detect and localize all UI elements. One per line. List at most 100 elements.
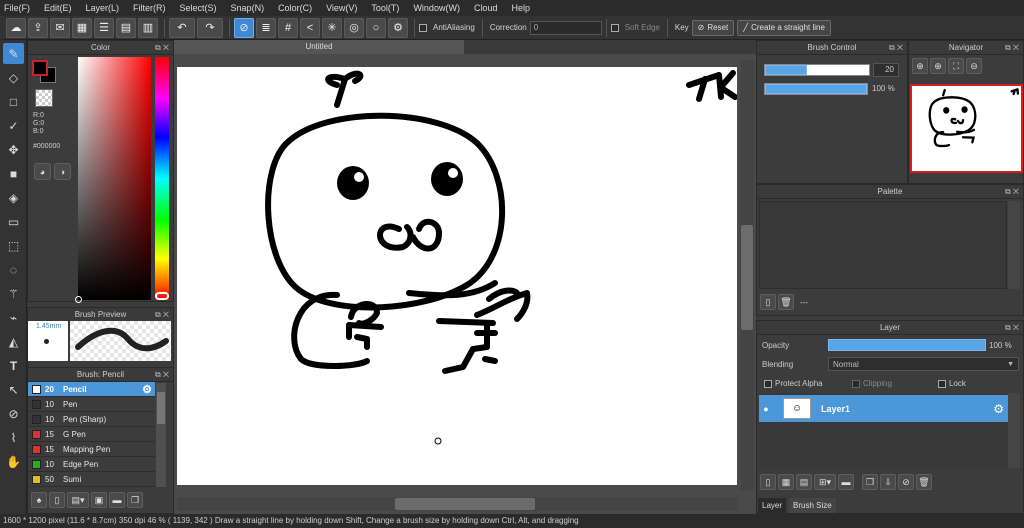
brush-settings-icon[interactable]: ⚙ bbox=[142, 383, 152, 396]
snap-settings-icon[interactable]: ⚙ bbox=[388, 17, 408, 38]
antialiasing-checkbox[interactable] bbox=[419, 23, 427, 32]
protect-alpha-option[interactable]: Protect Alpha bbox=[764, 379, 823, 388]
brush-list-item[interactable]: 15 G Pen bbox=[28, 427, 155, 442]
brush-size-value[interactable]: 20 bbox=[873, 63, 899, 77]
select-pen-icon[interactable]: ⌁ bbox=[3, 307, 24, 328]
color-wheel-icon[interactable]: ◕ bbox=[34, 163, 51, 180]
snap-vanishing-icon[interactable]: < bbox=[300, 17, 320, 38]
brush-list-item[interactable]: 10 Pen (Sharp) bbox=[28, 412, 155, 427]
layout-icon[interactable]: ▥ bbox=[138, 17, 158, 38]
snap-off-icon[interactable]: ⊘ bbox=[234, 17, 254, 38]
menu-item[interactable]: Edit(E) bbox=[44, 3, 72, 13]
palette-new-icon[interactable]: ▯ bbox=[760, 294, 776, 310]
eyedropper-tool-icon[interactable]: ⌇ bbox=[3, 427, 24, 448]
protect-alpha-checkbox[interactable] bbox=[764, 379, 772, 388]
brush-opacity-slider[interactable] bbox=[764, 83, 868, 95]
brush-menu-icon[interactable]: ▤▾ bbox=[67, 492, 89, 508]
lasso-tool-icon[interactable]: ✓ bbox=[3, 115, 24, 136]
redo-icon[interactable]: ↷ bbox=[197, 17, 223, 38]
tab-brush-size[interactable]: Brush Size bbox=[789, 498, 836, 513]
snap-radial-icon[interactable]: ✳ bbox=[322, 17, 342, 38]
panel-controls-icon[interactable]: ⧉ ✕ bbox=[1005, 321, 1019, 335]
panel-controls-icon[interactable]: ⧉ ✕ bbox=[155, 41, 169, 55]
correction-select[interactable]: 0 bbox=[529, 20, 602, 35]
menu-item[interactable]: View(V) bbox=[326, 3, 357, 13]
snap-grid-icon[interactable]: # bbox=[278, 17, 298, 38]
menu-item[interactable]: Layer(L) bbox=[86, 3, 120, 13]
list-icon[interactable]: ☰ bbox=[94, 17, 114, 38]
cloud-icon[interactable]: ☁ bbox=[6, 17, 26, 38]
rectangle-select-tool-icon[interactable]: □ bbox=[3, 91, 24, 112]
brush-add-icon[interactable]: ♠ bbox=[31, 492, 47, 508]
gradient-tool-icon[interactable]: ▭ bbox=[3, 211, 24, 232]
canvas-vertical-scroll-thumb[interactable] bbox=[741, 225, 753, 330]
lock-checkbox[interactable] bbox=[938, 379, 946, 388]
menu-item[interactable]: Help bbox=[511, 3, 530, 13]
new-8bit-layer-icon[interactable]: ▤ bbox=[796, 474, 812, 490]
table-icon[interactable]: ▤ bbox=[116, 17, 136, 38]
navigator-preview[interactable] bbox=[910, 84, 1023, 173]
palette-swatch-area[interactable] bbox=[759, 201, 1007, 289]
select-eraser-icon[interactable]: ◭ bbox=[3, 331, 24, 352]
delete-layer-icon[interactable]: 🗑 bbox=[916, 474, 932, 490]
text-tool-icon[interactable]: T bbox=[3, 355, 24, 376]
zoom-out-icon[interactable]: ⊖ bbox=[966, 58, 982, 74]
menu-item[interactable]: Filter(R) bbox=[133, 3, 166, 13]
brush-tool-icon[interactable]: ✎ bbox=[3, 43, 24, 64]
layer-settings-icon[interactable]: ⚙ bbox=[993, 402, 1004, 416]
zoom-in-alt-icon[interactable]: ⊕ bbox=[930, 58, 946, 74]
hue-cursor[interactable] bbox=[155, 292, 169, 300]
layer-row[interactable]: ● ☺ Layer1 ⚙ bbox=[759, 395, 1008, 422]
tab-layer[interactable]: Layer bbox=[758, 498, 787, 513]
menu-item[interactable]: Select(S) bbox=[180, 3, 217, 13]
brush-new-icon[interactable]: ▯ bbox=[49, 492, 65, 508]
snap-concentric-icon[interactable]: ◎ bbox=[344, 17, 364, 38]
grid-layout-icon[interactable]: ▦ bbox=[72, 17, 92, 38]
panel-controls-icon[interactable]: ⧉ ✕ bbox=[155, 308, 169, 322]
undo-icon[interactable]: ↶ bbox=[169, 17, 195, 38]
brush-list-item[interactable]: 10 Edge Pen bbox=[28, 457, 155, 472]
canvas-horizontal-scroll-thumb[interactable] bbox=[395, 498, 535, 510]
drawing-canvas[interactable] bbox=[177, 67, 737, 485]
menu-item[interactable]: Color(C) bbox=[278, 3, 312, 13]
add-layer-menu-icon[interactable]: ⊞▾ bbox=[814, 474, 836, 490]
menu-item[interactable]: Tool(T) bbox=[371, 3, 399, 13]
brush-list-item[interactable]: 50 Sumi bbox=[28, 472, 155, 487]
new-layer-icon[interactable]: ▯ bbox=[760, 474, 776, 490]
panel-controls-icon[interactable]: ⧉ ✕ bbox=[155, 368, 169, 382]
snap-parallel-icon[interactable]: ≣ bbox=[256, 17, 276, 38]
panel-controls-icon[interactable]: ⧉ ✕ bbox=[1005, 41, 1019, 55]
fill-shape-tool-icon[interactable]: ■ bbox=[3, 163, 24, 184]
clipping-option[interactable]: Clipping bbox=[852, 379, 892, 388]
chat-icon[interactable]: ✉ bbox=[50, 17, 70, 38]
layer-list-scrollbar[interactable] bbox=[1008, 393, 1020, 468]
brush-list-item[interactable]: 10 Pen bbox=[28, 397, 155, 412]
palette-delete-icon[interactable]: 🗑 bbox=[778, 294, 794, 310]
brush-duplicate-icon[interactable]: ❐ bbox=[127, 492, 143, 508]
brush-folder-icon[interactable]: ▬ bbox=[109, 492, 125, 508]
layer-folder-icon[interactable]: ▬ bbox=[838, 474, 854, 490]
magic-wand-icon[interactable]: ⚚ bbox=[3, 283, 24, 304]
select-lasso-icon[interactable]: ◌ bbox=[3, 259, 24, 280]
menu-item[interactable]: Window(W) bbox=[413, 3, 460, 13]
reset-button[interactable]: ⊘ Reset bbox=[691, 19, 735, 36]
brush-copy-icon[interactable]: ▣ bbox=[91, 492, 107, 508]
duplicate-layer-icon[interactable]: ❐ bbox=[862, 474, 878, 490]
clipping-checkbox[interactable] bbox=[852, 379, 860, 388]
menu-item[interactable]: Snap(N) bbox=[231, 3, 265, 13]
zoom-in-icon[interactable]: ⊕ bbox=[912, 58, 928, 74]
soft-edge-checkbox[interactable] bbox=[610, 23, 619, 32]
bucket-tool-icon[interactable]: ◈ bbox=[3, 187, 24, 208]
clear-layer-icon[interactable]: ⊘ bbox=[898, 474, 914, 490]
brush-list-item[interactable]: 15 Mapping Pen bbox=[28, 442, 155, 457]
brush-list-item[interactable]: 20 Pencil ⚙ bbox=[28, 382, 155, 397]
layer-opacity-slider[interactable] bbox=[828, 339, 986, 351]
transparent-color-swatch[interactable] bbox=[35, 89, 53, 107]
menu-item[interactable]: Cloud bbox=[474, 3, 498, 13]
snap-circle-icon[interactable]: ○ bbox=[366, 17, 386, 38]
saturation-value-picker[interactable] bbox=[78, 57, 151, 300]
move-tool-icon[interactable]: ✥ bbox=[3, 139, 24, 160]
lock-option[interactable]: Lock bbox=[938, 379, 966, 388]
layer-visibility-icon[interactable]: ● bbox=[759, 404, 773, 414]
color-palette-icon[interactable]: ◑ bbox=[54, 163, 71, 180]
